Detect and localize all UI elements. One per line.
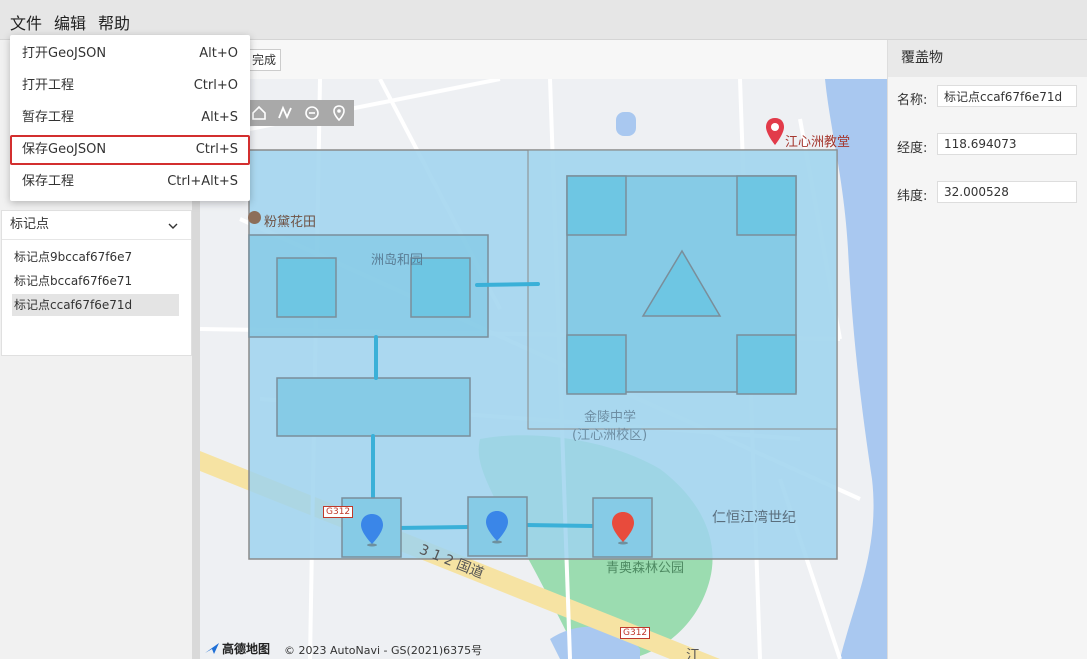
- menu-item-shortcut: Ctrl+Alt+S: [167, 174, 238, 189]
- poi-pin-icon: [766, 118, 784, 145]
- circle-icon[interactable]: [301, 102, 323, 124]
- map-label-school-sub: (江心洲校区): [572, 428, 648, 443]
- menu-file[interactable]: 文件: [10, 10, 42, 34]
- poi-icon: [248, 211, 261, 224]
- menu-item-shortcut: Alt+S: [201, 110, 238, 125]
- marker-icon[interactable]: [485, 510, 509, 544]
- menu-item-open-project[interactable]: 打开工程 Ctrl+O: [10, 71, 250, 101]
- menu-item-label: 打开GeoJSON: [22, 46, 107, 61]
- menu-item-stash-project[interactable]: 暂存工程 Alt+S: [10, 103, 250, 133]
- marker-tool-icon[interactable]: [328, 102, 350, 124]
- menu-item-shortcut: Alt+O: [199, 46, 238, 61]
- properties-title: 覆盖物: [888, 40, 1087, 77]
- map-logo-icon: [204, 641, 220, 659]
- home-icon[interactable]: [248, 102, 270, 124]
- map-attribution: © 2023 AutoNavi - GS(2021)6375号: [284, 644, 483, 657]
- map-label-river: 江: [686, 648, 700, 659]
- file-dropdown-menu: 打开GeoJSON Alt+O 打开工程 Ctrl+O 暂存工程 Alt+S 保…: [10, 35, 250, 201]
- map-logo: 高德地图: [222, 642, 271, 656]
- draw-toolbar: [244, 100, 354, 126]
- layer-group: 标记点 标记点9bccaf67f6e7 标记点bccaf67f6e71 标记点c…: [1, 210, 192, 356]
- menu-item-label: 暂存工程: [22, 110, 75, 125]
- map-label-church: 江心洲教堂: [785, 135, 851, 150]
- menu-item-shortcut: Ctrl+O: [193, 78, 238, 93]
- road-shield: G312: [323, 506, 354, 518]
- map-label-renheng: 仁恒江湾世纪: [712, 510, 796, 526]
- done-button[interactable]: 完成: [247, 49, 282, 71]
- menu-edit[interactable]: 编辑: [54, 10, 86, 34]
- properties-panel: 覆盖物 名称: 经度: 纬度:: [887, 40, 1087, 659]
- layer-group-title: 标记点: [10, 217, 50, 232]
- marker-selected-icon[interactable]: [611, 511, 635, 545]
- menu-item-save-project[interactable]: 保存工程 Ctrl+Alt+S: [10, 167, 250, 197]
- menu-item-label: 保存工程: [22, 174, 75, 189]
- layer-item-selected[interactable]: 标记点ccaf67f6e71d: [12, 294, 179, 316]
- menu-item-label: 保存GeoJSON: [22, 142, 107, 157]
- layer-group-header[interactable]: 标记点: [2, 211, 191, 240]
- menu-bar: 文件 编辑 帮助: [0, 0, 1087, 40]
- map-label-fendai: 粉黛花田: [264, 215, 317, 230]
- layer-item[interactable]: 标记点9bccaf67f6e7: [12, 246, 179, 268]
- longitude-field[interactable]: [937, 133, 1077, 155]
- map-label-school: 金陵中学: [584, 410, 637, 425]
- map-label-qingao: 青奥森林公园: [606, 561, 685, 576]
- map-toolbar: 完成: [200, 40, 887, 80]
- menu-item-label: 打开工程: [22, 78, 75, 93]
- menu-item-save-geojson[interactable]: 保存GeoJSON Ctrl+S: [10, 135, 250, 165]
- latitude-label: 纬度:: [897, 189, 928, 204]
- menu-help[interactable]: 帮助: [98, 10, 130, 34]
- menu-item-open-geojson[interactable]: 打开GeoJSON Alt+O: [10, 39, 250, 69]
- map-view[interactable]: 江心洲教堂 粉黛花田 洲岛和园 金陵中学 (江心洲校区) 仁恒江湾世纪 青奥森林…: [200, 79, 887, 659]
- chevron-down-icon[interactable]: [167, 211, 179, 239]
- name-label: 名称:: [897, 93, 928, 108]
- marker-icon[interactable]: [360, 513, 384, 547]
- longitude-label: 经度:: [897, 141, 928, 156]
- polyline-icon[interactable]: [274, 102, 296, 124]
- road-shield: G312: [620, 627, 651, 639]
- latitude-field[interactable]: [937, 181, 1077, 203]
- layer-item[interactable]: 标记点bccaf67f6e71: [12, 270, 179, 292]
- map-label-zhoudao: 洲岛和园: [371, 253, 424, 268]
- name-field[interactable]: [937, 85, 1077, 107]
- menu-item-shortcut: Ctrl+S: [195, 142, 238, 157]
